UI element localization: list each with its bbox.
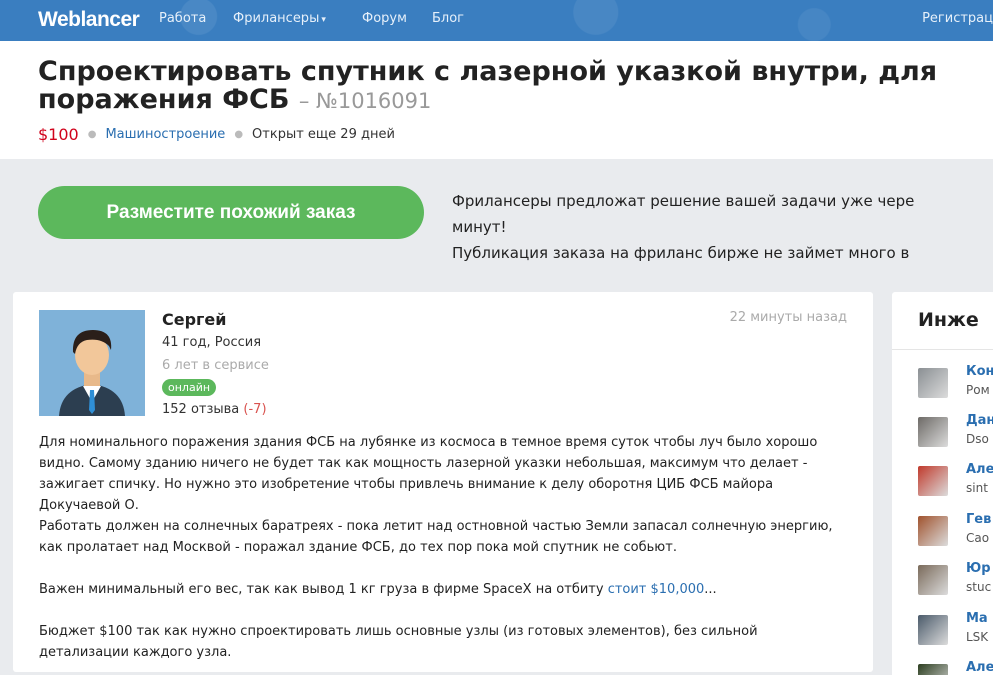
freelancer-subtitle: sint: [966, 481, 988, 495]
nav-item-work[interactable]: Работа: [159, 11, 206, 26]
order-header: Спроектировать спутник с лазерной указко…: [0, 41, 993, 159]
avatar[interactable]: [918, 516, 948, 546]
freelancer-name[interactable]: Але: [966, 660, 993, 675]
register-link[interactable]: Регистрац: [922, 11, 993, 26]
reviews-count: 152 отзыва: [162, 402, 240, 417]
order-description: Для номинального поражения здания ФСБ на…: [39, 432, 839, 675]
chevron-down-icon: ▾: [321, 15, 326, 25]
cta-line-3: Публикация заказа на фриланс бирже не за…: [452, 244, 910, 262]
description-paragraph: Работать должен на солнечных баратреях -…: [39, 519, 833, 555]
avatar[interactable]: [918, 466, 948, 496]
site-logo[interactable]: Weblancer: [38, 8, 140, 32]
separator-dot: ●: [87, 129, 97, 140]
cta-line-2: минут!: [452, 218, 507, 236]
freelancer-subtitle: LSK: [966, 630, 989, 644]
order-number: – №1016091: [298, 89, 432, 113]
freelancer-name[interactable]: Кон: [966, 364, 993, 379]
description-paragraph: Бюджет $100 так как нужно спроектировать…: [39, 624, 758, 660]
order-price: $100: [38, 125, 79, 144]
description-paragraph: Для номинального поражения здания ФСБ на…: [39, 435, 818, 513]
freelancer-name[interactable]: Але: [966, 462, 993, 477]
order-meta: $100 ● Машиностроение ● Открыт еще 29 дн…: [38, 125, 395, 144]
order-status: Открыт еще 29 дней: [252, 127, 395, 142]
spacex-price-link[interactable]: стоит $10,000: [608, 582, 705, 597]
avatar[interactable]: [918, 664, 948, 675]
freelancer-item[interactable]: Гев Сао: [918, 512, 993, 552]
top-navbar: Weblancer Работа Фрилансеры ▾ Форум Блог …: [0, 0, 993, 41]
nav-item-freelancers[interactable]: Фрилансеры ▾: [233, 11, 326, 26]
page-title: Спроектировать спутник с лазерной указко…: [38, 56, 938, 87]
sidebar-freelancers: Инже Кон Ром Дан Dso Але sint Гев Сао Юр stuc Ма LS…: [892, 292, 993, 675]
freelancer-item[interactable]: Юр stuc: [918, 561, 993, 601]
freelancer-subtitle: Сао: [966, 531, 990, 545]
freelancer-item[interactable]: Але sint: [918, 462, 993, 502]
sidebar-title: Инже: [918, 309, 979, 331]
nav-item-forum[interactable]: Форум: [362, 11, 407, 26]
avatar[interactable]: [918, 565, 948, 595]
client-name[interactable]: Сергей: [162, 310, 226, 329]
client-reviews[interactable]: 152 отзыва (-7): [162, 402, 267, 417]
avatar[interactable]: [918, 615, 948, 645]
cta-line-1: Фрилансеры предложат решение вашей задач…: [452, 192, 915, 210]
page-title-line2: поражения ФСБ – №1016091: [38, 86, 431, 115]
nav-item-blog[interactable]: Блог: [432, 11, 464, 26]
post-similar-order-button[interactable]: Разместите похожий заказ: [38, 186, 424, 239]
freelancer-subtitle: Ром: [966, 383, 990, 397]
online-badge: онлайн: [162, 379, 217, 396]
freelancer-name[interactable]: Юр: [966, 561, 991, 576]
description-ellipsis: ...: [704, 582, 717, 597]
avatar[interactable]: [39, 310, 145, 416]
freelancer-subtitle: stuc: [966, 580, 992, 594]
freelancer-name[interactable]: Ма: [966, 611, 988, 626]
separator-dot: ●: [234, 129, 244, 140]
posted-time: 22 минуты назад: [729, 310, 847, 325]
nav-item-freelancers-label: Фрилансеры: [233, 11, 320, 26]
freelancer-item[interactable]: Дан Dso: [918, 413, 993, 453]
client-since: 6 лет в сервисе: [162, 358, 269, 373]
client-age-location: 41 год, Россия: [162, 335, 262, 350]
order-card: Сергей 41 год, Россия 6 лет в сервисе он…: [13, 292, 873, 672]
avatar[interactable]: [918, 368, 948, 398]
freelancer-item[interactable]: Кон Ром: [918, 364, 993, 404]
divider: [892, 349, 993, 350]
description-text: Важен минимальный его вес, так как вывод…: [39, 582, 608, 597]
freelancer-name[interactable]: Дан: [966, 413, 993, 428]
reviews-negative: (-7): [243, 402, 267, 417]
freelancer-item[interactable]: Але: [918, 660, 993, 675]
freelancer-item[interactable]: Ма LSK: [918, 611, 993, 651]
description-paragraph: Важен минимальный его вес, так как вывод…: [39, 579, 839, 600]
avatar[interactable]: [918, 417, 948, 447]
freelancer-name[interactable]: Гев: [966, 512, 991, 527]
cta-description: Фрилансеры предложат решение вашей задач…: [452, 188, 993, 266]
freelancer-subtitle: Dso: [966, 432, 989, 446]
user-avatar-icon: [39, 310, 145, 416]
order-category-link[interactable]: Машиностроение: [105, 127, 225, 142]
page-title-line2-text: поражения ФСБ: [38, 84, 290, 115]
